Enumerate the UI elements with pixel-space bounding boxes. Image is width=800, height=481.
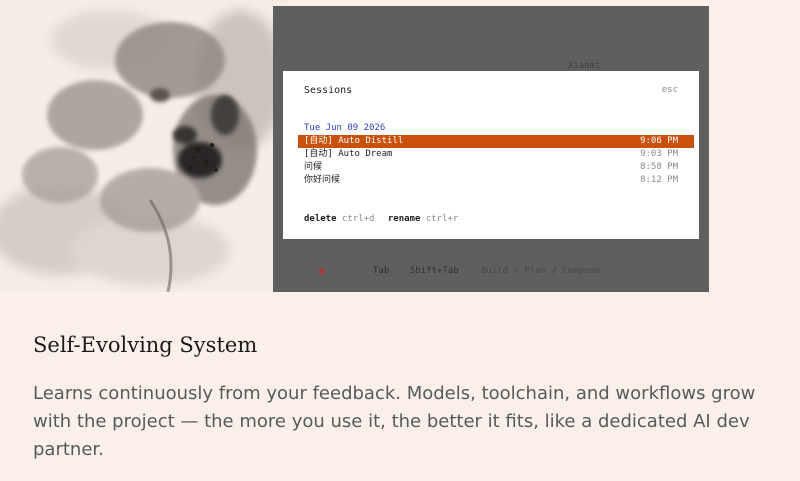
modal-title: Sessions — [304, 85, 353, 96]
delete-shortcut: ctrl+d — [341, 214, 375, 224]
model-label: Xiaomi — [568, 61, 601, 71]
session-name: 你好问候 — [304, 175, 341, 185]
modal-footer: delete ctrl+d rename ctrl+r — [304, 214, 466, 224]
delete-action[interactable]: delete — [304, 214, 337, 224]
session-time: 9:03 PM — [640, 149, 678, 159]
session-list: [自动] Auto Distill 9:06 PM [自动] Auto Drea… — [298, 135, 694, 187]
session-item[interactable]: 问候 8:58 PM — [298, 161, 694, 174]
tab-key-hint: Tab — [373, 266, 390, 276]
close-hint[interactable]: esc — [662, 85, 678, 95]
session-time: 9:06 PM — [640, 136, 678, 146]
session-item[interactable]: 你好问候 8:12 PM — [298, 174, 694, 187]
session-time: 8:12 PM — [640, 175, 678, 185]
shift-tab-key-hint: Shift+Tab — [410, 266, 459, 276]
session-group-date: Tue Jun 09 2026 — [304, 123, 386, 133]
feature-title: Self-Evolving System — [33, 333, 258, 357]
ink-flower-illustration — [0, 0, 290, 292]
hero-image: Xiaomi Tab Shift+Tab Build / Plan / Comp… — [0, 0, 800, 292]
session-item[interactable]: [自动] Auto Distill 9:06 PM — [298, 135, 694, 148]
session-name: [自动] Auto Distill — [304, 136, 404, 146]
feature-description: Learns continuously from your feedback. … — [33, 383, 756, 460]
status-dot-icon — [319, 269, 324, 274]
session-item[interactable]: [自动] Auto Dream 9:03 PM — [298, 148, 694, 161]
rename-action[interactable]: rename — [388, 214, 421, 224]
session-name: [自动] Auto Dream — [304, 149, 393, 159]
session-name: 问候 — [304, 162, 323, 172]
mode-switcher[interactable]: Build / Plan / Compose — [481, 266, 600, 276]
session-time: 8:58 PM — [640, 162, 678, 172]
sessions-modal: Sessions esc Tue Jun 09 2026 [自动] Auto D… — [283, 71, 699, 239]
rename-shortcut: ctrl+r — [425, 214, 459, 224]
